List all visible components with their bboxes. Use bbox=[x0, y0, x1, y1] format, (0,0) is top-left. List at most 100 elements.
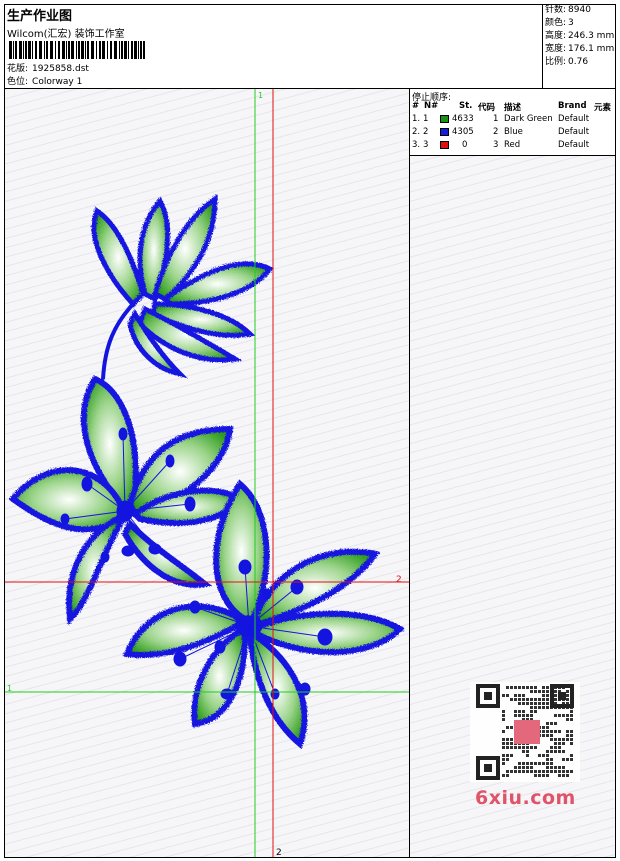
header-info: 生产作业图 Wilcom(汇宏) 装饰工作室 花版: 1925858.dst 色位… bbox=[4, 4, 542, 88]
qr-cell bbox=[522, 750, 525, 753]
qr-cell bbox=[562, 758, 565, 761]
page-title: 生产作业图 bbox=[7, 9, 73, 24]
qr-cell bbox=[506, 758, 509, 761]
qr-cell bbox=[554, 714, 557, 717]
pattern-line: 花版: 1925858.dst bbox=[7, 61, 89, 74]
guide-label-green-left: 1 bbox=[7, 684, 12, 693]
qr-cell bbox=[510, 686, 513, 689]
qr-cell bbox=[554, 730, 557, 733]
qr-cell bbox=[510, 742, 513, 745]
qr-cell bbox=[550, 722, 553, 725]
stop-sequence: 停止顺序: # N# St. 代码 描述 Brand 元素 1. 1 4633 … bbox=[410, 89, 615, 156]
qr-cell bbox=[522, 686, 525, 689]
barcode-bar bbox=[39, 41, 42, 59]
stat-label: 高度: bbox=[545, 31, 567, 41]
qr-cell bbox=[566, 774, 569, 777]
barcode-bar bbox=[134, 41, 137, 59]
barcode-bar bbox=[50, 41, 53, 59]
color-swatch bbox=[440, 127, 449, 136]
qr-cell bbox=[542, 730, 545, 733]
qr-cell bbox=[554, 694, 557, 697]
qr-cell bbox=[502, 714, 505, 717]
qr-cell bbox=[566, 698, 569, 701]
col-n: N# bbox=[424, 101, 439, 111]
stat-value: 176.1 mm bbox=[568, 44, 615, 54]
qr-cell bbox=[502, 762, 505, 765]
qr-cell bbox=[558, 774, 561, 777]
qr-cell bbox=[514, 770, 517, 773]
qr-cell bbox=[550, 762, 553, 765]
qr-cell bbox=[526, 770, 529, 773]
table-row[interactable]: 3. 3 0 3 Red Default bbox=[410, 140, 615, 153]
qr-cell bbox=[542, 762, 545, 765]
qr-cell bbox=[570, 730, 573, 733]
qr-cell bbox=[502, 730, 505, 733]
qr-cell bbox=[546, 758, 549, 761]
qr-cell bbox=[570, 710, 573, 713]
qr-cell bbox=[502, 742, 505, 745]
barcode-bar bbox=[119, 41, 120, 59]
qr-cell bbox=[546, 762, 549, 765]
qr-cell bbox=[506, 742, 509, 745]
row-brand: Default bbox=[558, 140, 590, 150]
qr-cell bbox=[518, 694, 521, 697]
qr-cell bbox=[546, 722, 549, 725]
watermark-text: 6xiu.com bbox=[475, 787, 576, 809]
col-st: St. bbox=[459, 101, 473, 111]
qr-cell bbox=[542, 702, 545, 705]
row-num: 2. bbox=[412, 127, 421, 137]
qr-cell bbox=[530, 766, 533, 769]
qr-cell bbox=[518, 702, 521, 705]
qr-cell bbox=[538, 770, 541, 773]
barcode-bar bbox=[140, 41, 142, 59]
qr-cell bbox=[502, 738, 505, 741]
barcode-bar bbox=[78, 41, 80, 59]
barcode-icon bbox=[9, 41, 145, 59]
qr-cell bbox=[546, 766, 549, 769]
table-row[interactable]: 2. 2 4305 2 Blue Default bbox=[410, 127, 615, 140]
stat-label: 比例: bbox=[545, 57, 567, 67]
qr-cell bbox=[534, 770, 537, 773]
stat-label: 针数: bbox=[545, 5, 567, 15]
stat-value: 8940 bbox=[568, 5, 591, 15]
qr-cell bbox=[522, 770, 525, 773]
color-swatch bbox=[440, 140, 449, 149]
qr-cell bbox=[542, 690, 545, 693]
barcode-bar bbox=[23, 41, 24, 59]
qr-cell bbox=[522, 694, 525, 697]
colorway-value: Colorway 1 bbox=[32, 77, 83, 87]
qr-cell bbox=[542, 734, 545, 737]
qr-cell bbox=[538, 706, 541, 709]
header: 生产作业图 Wilcom(汇宏) 装饰工作室 花版: 1925858.dst 色位… bbox=[4, 4, 616, 88]
qr-cell bbox=[530, 710, 533, 713]
qr-cell bbox=[514, 694, 517, 697]
qr-cell bbox=[558, 730, 561, 733]
qr-cell bbox=[550, 738, 553, 741]
col-num: # bbox=[412, 101, 420, 111]
row-desc: Dark Green bbox=[504, 114, 553, 124]
qr-cell bbox=[534, 702, 537, 705]
qr-cell bbox=[550, 766, 553, 769]
qr-cell bbox=[554, 766, 557, 769]
qr-cell bbox=[546, 730, 549, 733]
studio-name: Wilcom(汇宏) 装饰工作室 bbox=[7, 29, 125, 40]
qr-cell bbox=[522, 698, 525, 701]
stats-list: 针数: 8940 颜色: 3 高度: 246.3 mm 宽度: 176.1 mm 比例:… bbox=[543, 4, 617, 69]
qr-cell bbox=[546, 706, 549, 709]
qr-cell bbox=[566, 694, 569, 697]
qr-cell bbox=[522, 746, 525, 749]
qr-cell bbox=[570, 742, 573, 745]
qr-cell bbox=[530, 702, 533, 705]
qr-cell bbox=[514, 746, 517, 749]
qr-cell bbox=[562, 774, 565, 777]
row-desc: Red bbox=[504, 140, 521, 150]
col-brand: Brand bbox=[558, 101, 587, 111]
qr-cell bbox=[518, 698, 521, 701]
qr-cell bbox=[510, 754, 513, 757]
qr-cell bbox=[542, 726, 545, 729]
qr-cell bbox=[542, 698, 545, 701]
qr-cell bbox=[562, 742, 565, 745]
qr-cell bbox=[530, 770, 533, 773]
table-row[interactable]: 1. 1 4633 1 Dark Green Default bbox=[410, 114, 615, 127]
stem bbox=[101, 302, 135, 380]
